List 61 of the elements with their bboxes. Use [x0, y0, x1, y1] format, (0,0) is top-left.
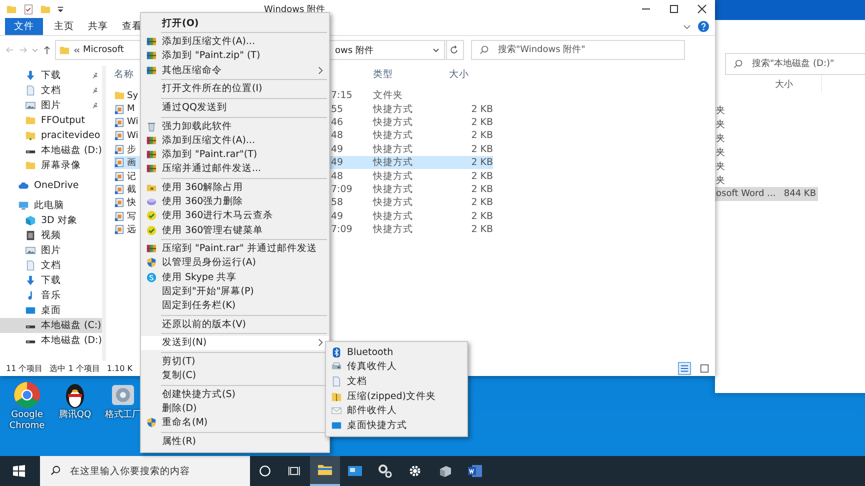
status-text: 1.10 K: [106, 364, 133, 373]
nav-label: pracitevideo: [41, 129, 100, 142]
nav-label: 文档: [41, 84, 61, 97]
table-cell: 快捷方式: [373, 156, 449, 170]
table-cell-text: 2 KB: [470, 116, 493, 130]
table-cell-text: 7:09: [331, 182, 354, 196]
nav-label: 下载: [41, 274, 61, 287]
table-cell-text: 快捷方式: [373, 129, 414, 143]
table-cell: 2 KB: [449, 156, 493, 170]
nav-label: 文档: [41, 259, 61, 272]
nav-label: 视频: [41, 229, 61, 242]
table-cell-text: 844 KB: [782, 189, 817, 199]
table-cell-text: 快捷方式: [373, 102, 414, 116]
nav-label: 桌面: [41, 304, 61, 317]
table-cell-text: 2 KB: [470, 196, 493, 210]
table-cell-text: 快捷方式: [373, 142, 414, 156]
table-cell-text: 快捷方式: [373, 210, 414, 223]
nav-label: 本地磁盘 (D:): [41, 144, 102, 157]
table-cell-text: 48: [331, 129, 344, 143]
status-text: 选中 1 个项目: [50, 363, 100, 374]
table-cell-text: 7:09: [331, 223, 354, 236]
table-cell-text: 2 KB: [470, 223, 493, 236]
table-cell-text: 文件夹: [373, 89, 404, 102]
table-cell-text: 48: [331, 170, 344, 183]
nav-label: 图片: [41, 244, 61, 257]
table-cell-text: 快捷方式: [373, 116, 414, 130]
nav-label: 此电脑: [34, 199, 64, 212]
table-cell-text: 49: [331, 142, 344, 156]
nav-label: FFOutput: [41, 114, 85, 127]
table-cell-text: 58: [331, 196, 344, 210]
table-cell-text: 2 KB: [470, 170, 493, 183]
table-cell-text: 快捷方式: [373, 170, 414, 183]
table-cell-text: osoft Word ...: [716, 189, 777, 199]
nav-label: 屏幕录像: [41, 159, 81, 172]
nav-label: 图片: [41, 99, 61, 112]
table-cell-text: 2 KB: [470, 102, 493, 116]
nav-label: 下载: [41, 69, 61, 82]
table-cell-text: 夹: [716, 160, 726, 172]
table-cell-text: 快捷方式: [373, 182, 414, 196]
status-text: 11 个项目: [6, 363, 43, 374]
nav-label: 本地磁盘 (C:): [41, 319, 102, 332]
table-cell-text: 55: [331, 102, 344, 116]
table-cell-text: 夹: [716, 118, 726, 130]
table-cell-text: 2 KB: [470, 142, 493, 156]
table-cell-text: 46: [331, 116, 344, 130]
table-cell-text: 夹: [716, 174, 726, 186]
table-cell-text: 49: [331, 210, 344, 223]
nav-label: 音乐: [41, 289, 61, 302]
nav-label: OneDrive: [34, 179, 79, 192]
table-cell-text: 夹: [716, 132, 726, 144]
table-cell-text: 2 KB: [470, 129, 493, 143]
table-cell-text: 2 KB: [470, 182, 493, 196]
table-cell-text: 7:15: [331, 89, 354, 102]
nav-label: 3D 对象: [41, 214, 78, 227]
table-cell-text: 夹: [716, 104, 726, 116]
table-cell-text: 快捷方式: [373, 196, 414, 210]
table-cell-text: 2 KB: [470, 210, 493, 223]
table-cell: 49: [331, 156, 373, 170]
nav-label: 本地磁盘 (D:): [41, 334, 102, 347]
table-cell-text: 夹: [716, 146, 726, 158]
table-cell-text: 快捷方式: [373, 223, 414, 236]
